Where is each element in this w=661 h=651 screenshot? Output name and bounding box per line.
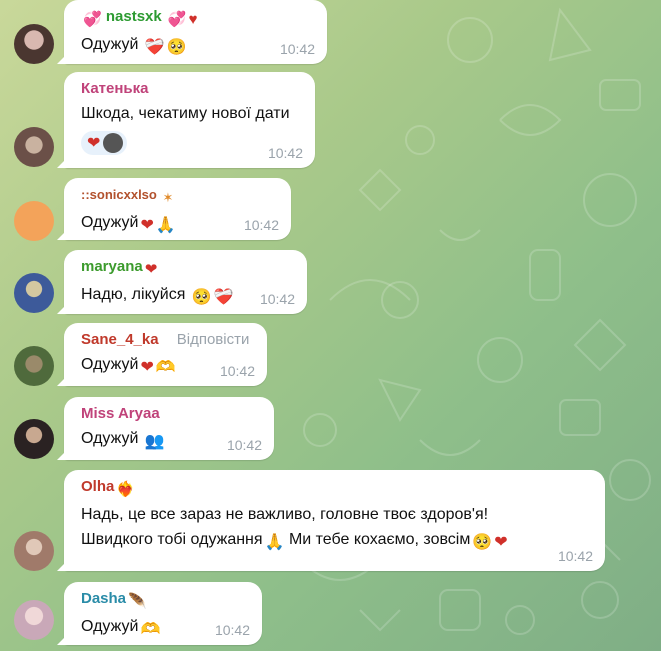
avatar[interactable] — [14, 127, 54, 167]
message-bubble[interactable]: maryana ❤ Надю, лікуйся 🥺 ❤️‍🩹 10:42 — [64, 250, 307, 314]
message-text: Шкода, чекатиму нової дати — [81, 105, 290, 122]
pleading-face-icon: 🥺 — [166, 39, 187, 56]
mending-heart-icon: ❤️‍🩹 — [144, 39, 165, 56]
heart-icon: ♥ — [188, 11, 198, 28]
heart-icon: ❤ — [144, 261, 158, 278]
mending-heart-icon: ❤️‍🩹 — [213, 289, 234, 306]
sender-name-text: Olha — [81, 478, 115, 495]
message-time: 10:42 — [226, 437, 262, 453]
message-text: Одужуй — [81, 356, 139, 373]
heart-on-fire-icon: ❤️‍🔥 — [116, 481, 136, 498]
heart-icon: ❤ — [140, 359, 154, 376]
heart-icon: ❤ — [87, 135, 101, 152]
message-time: 10:42 — [557, 548, 593, 564]
star-icon: ✶ — [162, 190, 174, 205]
people-silhouette-icon: 👥 — [144, 433, 165, 450]
sender-name[interactable]: Dasha 🪶 — [81, 590, 250, 611]
avatar[interactable] — [14, 346, 54, 386]
avatar[interactable] — [14, 273, 54, 313]
sender-name-text: Sane_4_ka — [81, 331, 159, 348]
folded-hands-icon: 🙏 — [155, 217, 176, 234]
sender-name-text: nastsxk — [105, 8, 162, 25]
message-bubble[interactable]: Olha ❤️‍🔥 Надь, це все зараз не важливо, … — [64, 470, 605, 571]
heart-icon: ❤ — [140, 217, 154, 234]
pleading-face-icon: 🥺 — [191, 289, 212, 306]
message-time: 10:42 — [259, 291, 295, 307]
sender-name[interactable]: ::sonicxxlso ✶ — [81, 186, 279, 207]
heart-hands-icon: 🫶 — [155, 359, 176, 376]
message-text: Одужуй — [81, 214, 139, 231]
message-bubble[interactable]: Dasha 🪶 Одужуй 🫶 10:42 — [64, 582, 262, 645]
hearts-icon: 💞 — [167, 11, 187, 28]
sender-name[interactable]: 💞 nastsxk 💞 ♥ — [81, 8, 315, 29]
pleading-face-icon: 🥺 — [472, 534, 493, 551]
sender-name[interactable]: maryana ❤ — [81, 258, 295, 279]
message-bubble[interactable]: ::sonicxxlso ✶ Одужуй ❤ 🙏 10:42 — [64, 178, 291, 240]
sender-name[interactable]: Катенька — [81, 80, 303, 98]
heart-icon: ❤ — [494, 534, 508, 551]
sender-name-text: maryana — [81, 258, 143, 275]
message-bubble[interactable]: Sane_4_ka Відповісти Одужуй ❤ 🫶 10:42 — [64, 323, 267, 386]
avatar[interactable] — [14, 600, 54, 640]
folded-hands-icon: 🙏 — [264, 534, 285, 551]
message-text: Одужуй — [81, 430, 139, 447]
message-bubble[interactable]: Miss Aryaa Одужуй 👥 10:42 — [64, 397, 274, 460]
heart-hands-icon: 🫶 — [140, 621, 161, 638]
message-bubble[interactable]: Катенька Шкода, чекатиму нової дати ❤ 10… — [64, 72, 315, 168]
message-time: 10:42 — [279, 41, 315, 57]
reaction-badge[interactable]: ❤ — [81, 131, 128, 155]
message-text: Ми тебе кохаємо, зовсім — [288, 531, 471, 548]
message-text: Надю, лікуйся — [81, 286, 186, 303]
message-text: Швидкого тобі одужання — [81, 531, 263, 548]
sender-name-text: Dasha — [81, 590, 127, 607]
sender-name[interactable]: Olha ❤️‍🔥 — [81, 478, 593, 499]
message-time: 10:42 — [214, 622, 250, 638]
avatar[interactable] — [14, 201, 54, 241]
feather-icon: 🪶 — [128, 593, 147, 610]
avatar[interactable] — [14, 24, 54, 64]
hearts-icon: 💞 — [83, 11, 102, 28]
reactor-avatar — [103, 133, 124, 153]
reply-button[interactable]: Відповісти — [177, 331, 250, 348]
message-text: Одужуй — [81, 618, 139, 635]
sender-name-text: ::sonicxxlso — [81, 187, 157, 202]
message-time: 10:42 — [219, 363, 255, 379]
avatar[interactable] — [14, 531, 54, 571]
sender-name[interactable]: Miss Aryaa — [81, 405, 262, 423]
message-bubble[interactable]: 💞 nastsxk 💞 ♥ Одужуй ❤️‍🩹 🥺 10:42 — [64, 0, 327, 64]
message-text: Одужуй — [81, 36, 139, 53]
message-time: 10:42 — [243, 217, 279, 233]
message-text: Надь, це все зараз не важливо, головне т… — [81, 506, 489, 523]
avatar[interactable] — [14, 419, 54, 459]
message-time: 10:42 — [267, 145, 303, 161]
sender-name[interactable]: Sane_4_ka Відповісти — [81, 331, 255, 349]
